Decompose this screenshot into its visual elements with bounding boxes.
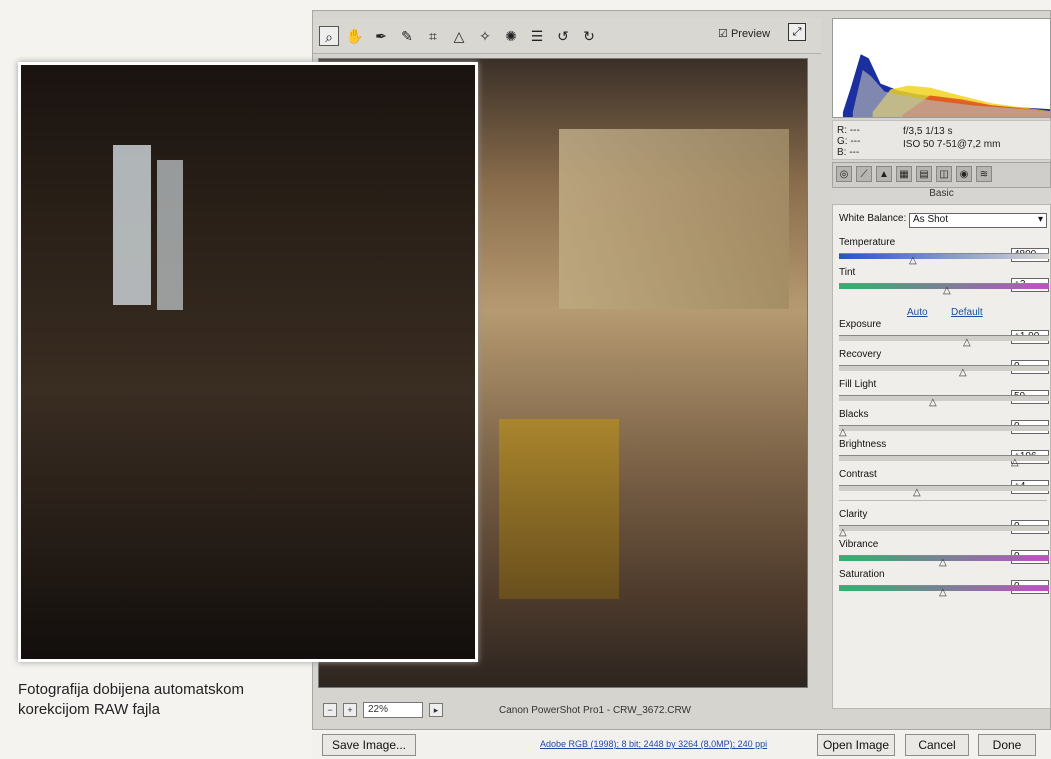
straighten-icon[interactable]: △ (449, 26, 469, 46)
caption-line-1: Fotografija dobijena automatskom (18, 681, 244, 698)
zoom-out-button[interactable]: − (323, 703, 337, 717)
image-status-bar: − + 22% ▸ Canon PowerShot Pro1 - CRW_367… (313, 695, 821, 725)
divider (839, 500, 1047, 501)
white-balance-icon[interactable]: ✒ (371, 26, 391, 46)
tone-curve-tab-icon[interactable]: ⟋ (856, 166, 872, 182)
shutter: 1/13 s (925, 126, 953, 137)
clarity-slider[interactable]: △ (839, 525, 1049, 538)
cancel-button[interactable]: Cancel (905, 734, 969, 756)
white-balance-value: As Shot (913, 214, 949, 225)
open-image-button[interactable]: Open Image (817, 734, 895, 756)
slider-thumb[interactable]: △ (963, 338, 973, 348)
aperture: f/3,5 (903, 126, 923, 137)
brightness-slider[interactable]: △ (839, 455, 1049, 468)
filename: Canon PowerShot Pro1 - CRW_3672.CRW (499, 704, 691, 716)
preview-checkbox-icon: ☑ (718, 28, 728, 40)
rotate-left-icon[interactable]: ↺ (553, 26, 573, 46)
iso: ISO 50 (903, 139, 935, 150)
panel-title: Basic (832, 188, 1051, 204)
brightness-label: Brightness (839, 439, 887, 450)
exposure-label: Exposure (839, 319, 882, 330)
rotate-right-icon[interactable]: ↻ (579, 26, 599, 46)
basic-tab-icon[interactable]: ◎ (836, 166, 852, 182)
presets-tab-icon[interactable]: ≋ (976, 166, 992, 182)
auto-link[interactable]: Auto (907, 307, 928, 318)
adjustment-tabs: ◎ ⟋ ▲ ▦ ▤ ◫ ◉ ≋ (832, 162, 1051, 188)
fill-light-label: Fill Light (839, 379, 877, 390)
contrast-slider[interactable]: △ (839, 485, 1049, 498)
readout-panel: R: --- G: --- B: --- f/3,5 1/13 s ISO 50… (832, 120, 1051, 160)
save-image-button[interactable]: Save Image... (322, 734, 416, 756)
color-sampler-icon[interactable]: ✎ (397, 26, 417, 46)
zoom-in-button[interactable]: + (343, 703, 357, 717)
readout-g: G: --- (837, 136, 861, 147)
fullscreen-icon[interactable]: ⤢ (788, 23, 806, 41)
default-link[interactable]: Default (951, 307, 983, 318)
recovery-label: Recovery (839, 349, 882, 360)
vibrance-slider[interactable]: △ (839, 555, 1049, 568)
contrast-label: Contrast (839, 469, 877, 480)
slider-thumb[interactable]: △ (929, 398, 939, 408)
readout-b: B: --- (837, 147, 860, 158)
chevron-down-icon: ▾ (1037, 214, 1043, 225)
tint-slider[interactable]: △ (839, 283, 1049, 296)
slider-thumb[interactable]: △ (939, 588, 949, 598)
blacks-slider[interactable]: △ (839, 425, 1049, 438)
fill-light-slider[interactable]: △ (839, 395, 1049, 408)
readout-r: R: --- (837, 125, 860, 136)
lens: 7-51@7,2 mm (936, 139, 1001, 150)
slider-thumb[interactable]: △ (913, 488, 923, 498)
basic-controls: White Balance: As Shot ▾ Temperature4800… (832, 204, 1051, 709)
slider-thumb[interactable]: △ (939, 558, 949, 568)
detail-tab-icon[interactable]: ▲ (876, 166, 892, 182)
hand-icon[interactable]: ✋ (345, 26, 365, 46)
vibrance-label: Vibrance (839, 539, 879, 550)
tint-label: Tint (839, 267, 856, 278)
split-toning-tab-icon[interactable]: ▤ (916, 166, 932, 182)
preview-label: Preview (730, 28, 771, 40)
exposure-slider[interactable]: △ (839, 335, 1049, 348)
zoom-menu-button[interactable]: ▸ (429, 703, 443, 717)
footer-bar: Save Image... Adobe RGB (1998); 8 bit; 2… (312, 732, 1051, 759)
camera-calibration-tab-icon[interactable]: ◉ (956, 166, 972, 182)
comparison-photo (18, 62, 478, 662)
white-balance-label: White Balance: (839, 213, 907, 224)
white-balance-select[interactable]: As Shot ▾ (909, 213, 1047, 228)
slider-thumb[interactable]: △ (839, 528, 849, 538)
hsl-tab-icon[interactable]: ▦ (896, 166, 912, 182)
crop-icon[interactable]: ⌗ (423, 26, 443, 46)
slider-thumb[interactable]: △ (909, 256, 919, 266)
recovery-slider[interactable]: △ (839, 365, 1049, 378)
histogram (832, 18, 1051, 118)
blacks-label: Blacks (839, 409, 869, 420)
zoom-icon[interactable]: ⌕ (319, 25, 339, 46)
temperature-label: Temperature (839, 237, 896, 248)
slider-thumb[interactable]: △ (959, 368, 969, 378)
lens-tab-icon[interactable]: ◫ (936, 166, 952, 182)
done-button[interactable]: Done (978, 734, 1036, 756)
retouch-icon[interactable]: ✧ (475, 26, 495, 46)
caption: Fotografija dobijena automatskom korekci… (18, 680, 318, 720)
saturation-label: Saturation (839, 569, 885, 580)
slider-thumb[interactable]: △ (943, 286, 953, 296)
red-eye-icon[interactable]: ✺ (501, 26, 521, 46)
preferences-icon[interactable]: ☰ (527, 26, 547, 46)
saturation-slider[interactable]: △ (839, 585, 1049, 598)
slider-thumb[interactable]: △ (1011, 458, 1021, 468)
slider-thumb[interactable]: △ (839, 428, 849, 438)
clarity-label: Clarity (839, 509, 868, 520)
workflow-options-link[interactable]: Adobe RGB (1998); 8 bit; 2448 by 3264 (8… (540, 739, 767, 749)
caption-line-2: korekcijom RAW fajla (18, 701, 160, 718)
temperature-slider[interactable]: △ (839, 253, 1049, 266)
zoom-level[interactable]: 22% (363, 702, 423, 718)
preview-checkbox[interactable]: ☑ Preview (718, 27, 770, 40)
